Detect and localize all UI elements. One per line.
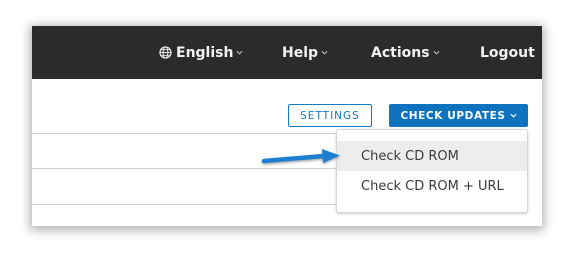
chevron-down-icon bbox=[321, 50, 328, 55]
language-label: English bbox=[176, 44, 234, 61]
chevron-down-icon bbox=[236, 50, 243, 55]
language-menu[interactable]: English bbox=[159, 26, 243, 79]
menu-item-check-cd-rom-url[interactable]: Check CD ROM + URL bbox=[337, 171, 527, 201]
actions-menu[interactable]: Actions bbox=[371, 26, 440, 79]
logout-label: Logout bbox=[480, 44, 535, 61]
app-window: English Help Actions Logout SETTINGS CHE… bbox=[32, 26, 542, 226]
globe-icon bbox=[159, 46, 172, 59]
check-updates-button[interactable]: CHECK UPDATES bbox=[389, 104, 528, 127]
top-navigation-bar: English Help Actions Logout bbox=[32, 26, 542, 79]
page: English Help Actions Logout SETTINGS CHE… bbox=[0, 0, 575, 261]
settings-button-label: SETTINGS bbox=[300, 109, 360, 122]
help-menu[interactable]: Help bbox=[282, 26, 328, 79]
divider bbox=[32, 204, 336, 205]
chevron-down-icon bbox=[433, 50, 440, 55]
divider bbox=[32, 133, 336, 134]
actions-label: Actions bbox=[371, 44, 430, 61]
menu-item-check-cd-rom[interactable]: Check CD ROM bbox=[337, 141, 527, 171]
check-updates-dropdown-menu: Check CD ROM Check CD ROM + URL bbox=[336, 129, 528, 213]
check-updates-button-label: CHECK UPDATES bbox=[400, 109, 506, 122]
chevron-down-icon bbox=[510, 113, 517, 118]
arrow-right-icon bbox=[261, 149, 340, 164]
settings-button[interactable]: SETTINGS bbox=[288, 104, 372, 127]
menu-item-label: Check CD ROM + URL bbox=[361, 178, 504, 194]
logout-link[interactable]: Logout bbox=[480, 26, 535, 79]
help-label: Help bbox=[282, 44, 319, 61]
menu-item-label: Check CD ROM bbox=[361, 148, 459, 164]
